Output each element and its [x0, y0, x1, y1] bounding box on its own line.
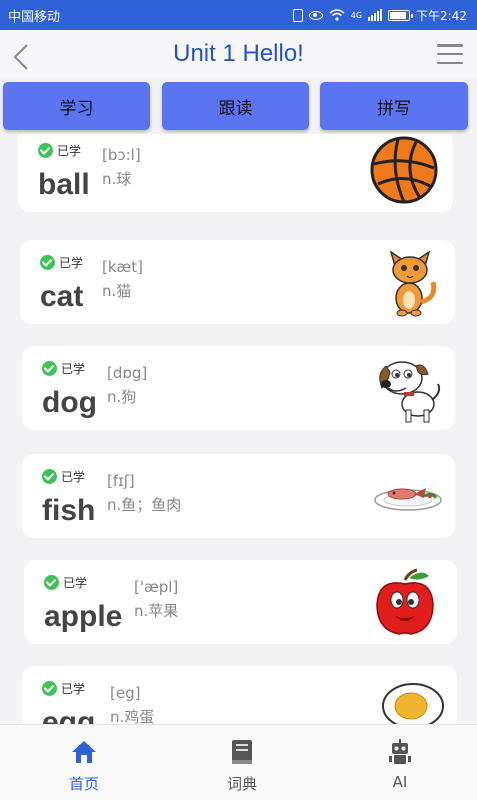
word-card[interactable]: 已学 cat [kæt] n.猫 [20, 240, 455, 324]
nav-home[interactable]: 首页 [24, 725, 144, 800]
fish-dish-icon [374, 488, 442, 511]
nav-dictionary-label: 词典 [226, 775, 257, 793]
app-header: Unit 1 Hello! [0, 30, 477, 78]
phonetic: ['æpl] [134, 578, 179, 596]
word-list: 已学 ball [bɔ:l] n.球 已学 cat [kæt] n.猫 已学 d… [0, 134, 477, 724]
meaning: n.鱼；鱼肉 [107, 496, 182, 514]
network-type: 4G [350, 10, 363, 20]
check-icon [42, 361, 57, 376]
meaning: n.猫 [102, 282, 132, 300]
phonetic: [bɔ:l] [102, 146, 141, 164]
tab-spelling[interactable]: 拼写 [320, 82, 468, 130]
phonetic: [eg] [110, 684, 141, 702]
word-text: fish [42, 494, 96, 527]
bottom-nav: 首页 词典 AI [0, 724, 477, 800]
meaning: n.苹果 [134, 602, 179, 620]
signal-icon [368, 9, 383, 21]
page-title: Unit 1 Hello! [173, 40, 304, 67]
meaning: n.球 [102, 170, 132, 188]
meaning: n.鸡蛋 [110, 708, 155, 724]
learned-badge: 已学 [44, 574, 87, 591]
home-icon [72, 741, 96, 763]
learned-badge: 已学 [42, 680, 85, 697]
phonetic: [fɪʃ] [107, 472, 135, 490]
word-text: cat [40, 280, 84, 313]
learned-badge: 已学 [42, 468, 85, 485]
word-text: ball [38, 168, 90, 201]
word-card[interactable]: 已学 apple ['æpl] n.苹果 [24, 560, 457, 644]
clock: 下午2:42 [416, 8, 467, 23]
word-text: egg [42, 706, 96, 724]
check-icon [38, 143, 53, 158]
menu-icon[interactable] [437, 44, 463, 64]
phonetic: [kæt] [102, 258, 144, 276]
word-card[interactable]: 已学 dog [dɒg] n.狗 [22, 346, 455, 430]
book-icon [232, 740, 252, 764]
egg-icon [382, 683, 444, 724]
wifi-icon [329, 9, 345, 21]
check-icon [42, 681, 57, 696]
status-icons: 4G 下午2:42 [292, 7, 467, 24]
volleyball-icon [370, 136, 438, 204]
nav-ai-label: AI [392, 773, 408, 791]
nav-ai[interactable]: AI [340, 725, 460, 800]
word-card[interactable]: 已学 ball [bɔ:l] n.球 [18, 134, 453, 212]
word-card[interactable]: 已学 egg [eg] n.鸡蛋 [22, 666, 457, 724]
robot-icon [389, 739, 411, 764]
vibrate-icon [292, 8, 303, 22]
tab-read-along[interactable]: 跟读 [162, 82, 309, 130]
status-bar: 中国移动 4G 下午2:42 [0, 0, 477, 30]
tab-study[interactable]: 学习 [3, 82, 150, 130]
check-icon [44, 575, 59, 590]
battery-icon [388, 9, 414, 21]
word-card[interactable]: 已学 fish [fɪʃ] n.鱼；鱼肉 [22, 454, 455, 538]
nav-home-label: 首页 [68, 775, 99, 793]
phonetic: [dɒg] [107, 364, 148, 382]
dog-icon [379, 361, 441, 423]
check-icon [42, 469, 57, 484]
learned-badge: 已学 [38, 142, 81, 159]
cat-icon [389, 250, 437, 317]
learned-badge: 已学 [42, 360, 85, 377]
back-button[interactable] [10, 42, 34, 72]
check-icon [40, 255, 55, 270]
nav-dictionary[interactable]: 词典 [182, 725, 302, 800]
word-text: dog [42, 386, 97, 419]
carrier-name: 中国移动 [8, 9, 61, 25]
eye-comfort-icon [308, 10, 323, 20]
word-text: apple [44, 600, 123, 633]
apple-icon [376, 568, 434, 635]
mode-tabs: 学习 跟读 拼写 [0, 82, 477, 132]
learned-badge: 已学 [40, 254, 83, 271]
meaning: n.狗 [107, 388, 137, 406]
